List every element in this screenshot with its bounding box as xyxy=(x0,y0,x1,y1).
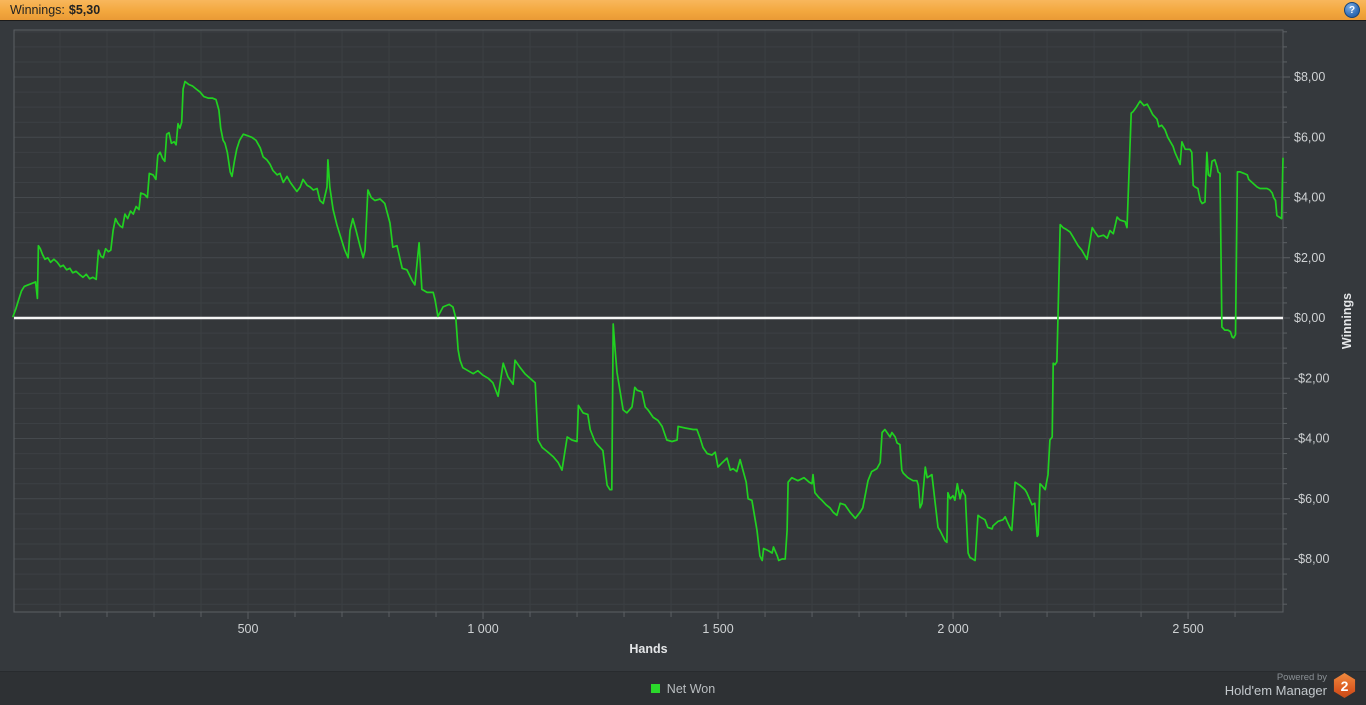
y-tick-label: -$8,00 xyxy=(1294,552,1329,566)
hm2-badge-icon: 2 xyxy=(1333,673,1356,698)
x-tick-label: 2 500 xyxy=(1172,622,1203,636)
x-tick-label: 500 xyxy=(238,622,259,636)
x-tick-label: 2 000 xyxy=(937,622,968,636)
y-tick-label: -$4,00 xyxy=(1294,432,1329,446)
x-tick-label: 1 500 xyxy=(702,622,733,636)
net-won-legend-label: Net Won xyxy=(666,681,716,696)
plot-background xyxy=(14,30,1283,612)
winnings-chart: 500 1 000 1 500 2 000 2 500 $8,00 $6,00 $4,00 $2… xyxy=(0,0,1366,705)
y-tick-label: $4,00 xyxy=(1294,191,1325,205)
winnings-label: Winnings: xyxy=(10,3,65,17)
chart-canvas: 500 1 000 1 500 2 000 2 500 $8,00 $6,00 $4,00 $2… xyxy=(12,29,1329,636)
y-tick-label: $6,00 xyxy=(1294,130,1325,144)
x-tick-label: 1 000 xyxy=(467,622,498,636)
chart-footer: Net Won Powered by Hold'em Manager 2 xyxy=(0,671,1366,705)
brand-name-text: Hold'em Manager xyxy=(1224,682,1327,698)
y-axis-title: Winnings xyxy=(1340,292,1354,350)
brand-logo: Powered by Hold'em Manager 2 xyxy=(1224,672,1356,698)
powered-by-text: Powered by xyxy=(1276,672,1327,684)
y-tick-label: $2,00 xyxy=(1294,251,1325,265)
chart-legend: Net Won xyxy=(0,682,1366,696)
net-won-legend-swatch xyxy=(650,684,660,693)
y-tick-label: $0,00 xyxy=(1294,311,1325,325)
winnings-value: $5,30 xyxy=(68,3,101,17)
y-tick-label: $8,00 xyxy=(1294,70,1325,84)
holdem-manager-graph-window: 500 1 000 1 500 2 000 2 500 $8,00 $6,00 $4,00 $2… xyxy=(0,0,1366,705)
y-tick-label: -$2,00 xyxy=(1294,371,1329,385)
help-icon[interactable]: ? xyxy=(1344,2,1360,18)
graph-title-bar: Winnings: $5,30 ? xyxy=(0,0,1366,21)
x-axis-title: Hands xyxy=(629,642,668,656)
y-tick-label: -$6,00 xyxy=(1294,492,1329,506)
